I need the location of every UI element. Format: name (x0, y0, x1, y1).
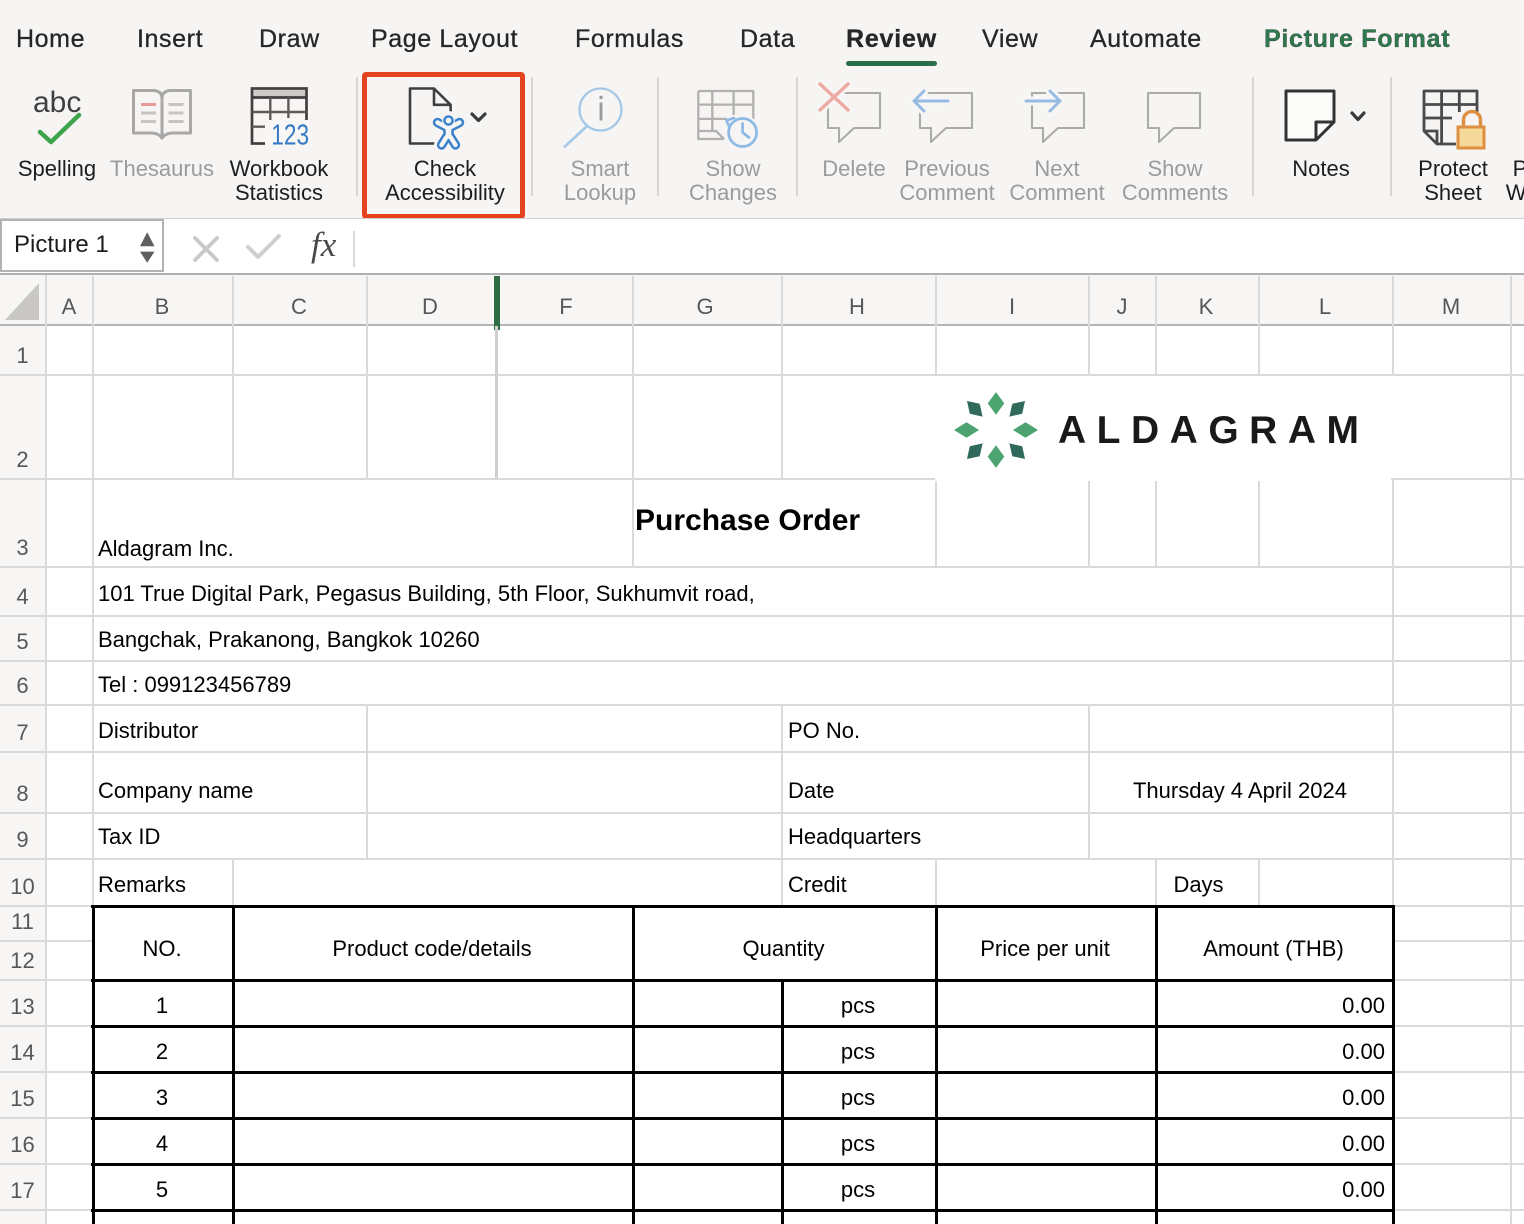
svg-text:123: 123 (271, 118, 309, 151)
